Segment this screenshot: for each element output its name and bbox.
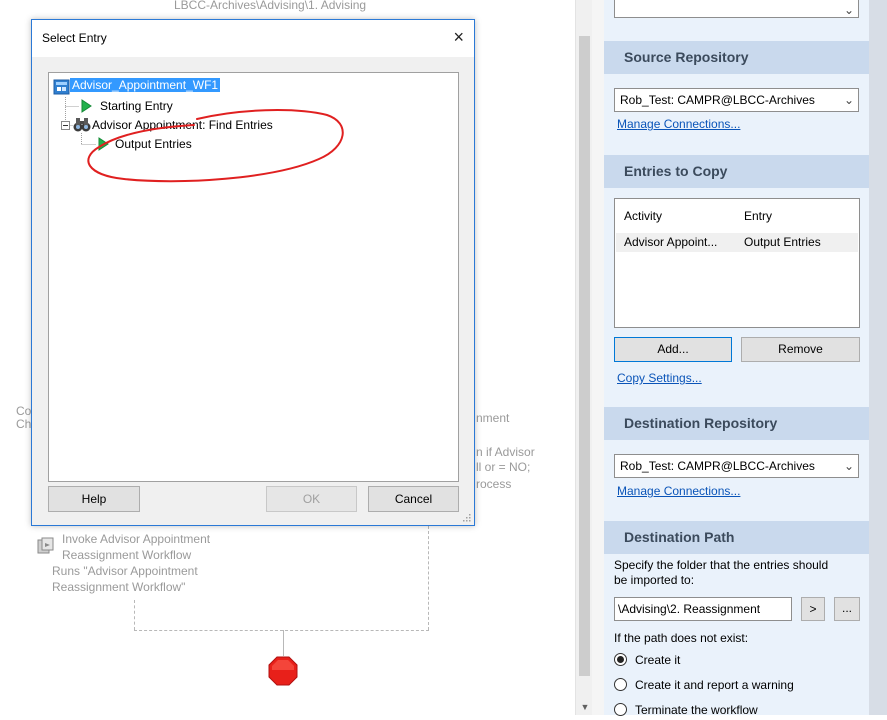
invoke-activity-description: Reassignment Workflow" [52,580,186,594]
top-dropdown[interactable]: ⌄ [614,0,859,18]
canvas-activity-fragment: rocess [476,477,512,491]
connector-line [134,600,135,630]
radio-selected-icon [614,653,627,666]
invoke-activity-title: Reassignment Workflow [62,548,192,562]
radio-create-and-warn[interactable]: Create it and report a warning [614,677,794,695]
radio-unselected-icon [614,703,627,716]
section-header-entries-to-copy: Entries to Copy [604,155,869,188]
table-cell-entry: Output Entries [744,235,821,249]
entry-tree[interactable]: Advisor_Appointment_WF1 Starting Entry A… [48,72,459,482]
insert-token-button[interactable]: > [801,597,825,621]
source-repository-dropdown[interactable]: Rob_Test: CAMPR@LBCC-Archives ⌄ [614,88,859,112]
column-header-activity[interactable]: Activity [624,209,662,223]
scroll-down-arrow-icon[interactable]: ▼ [580,703,590,712]
resize-grip-icon[interactable] [462,513,471,522]
connector-line [134,630,429,631]
canvas-vertical-scrollbar[interactable]: ▼ [575,0,593,715]
chevron-down-icon: ⌄ [843,3,854,17]
source-repository-value: Rob_Test: CAMPR@LBCC-Archives [620,93,815,107]
panel-scrollbar[interactable] [869,0,887,715]
radio-terminate-workflow[interactable]: Terminate the workflow [614,702,758,720]
add-entry-button[interactable]: Add... [614,337,732,362]
chevron-down-icon: ⌄ [843,93,854,107]
canvas-path-label: LBCC-Archives\Advising\1. Advising [174,0,367,12]
connector-line [283,630,284,656]
source-manage-connections-link[interactable]: Manage Connections... [617,117,740,131]
remove-entry-button[interactable]: Remove [741,337,860,362]
section-header-destination-path: Destination Path [604,521,869,554]
destination-path-description: be imported to: [614,573,695,587]
scrollbar-thumb[interactable] [579,36,590,676]
cancel-button[interactable]: Cancel [368,486,459,512]
connector-line [428,526,429,630]
section-header-source-repository: Source Repository [604,41,869,74]
invoke-activity-description: Runs "Advisor Appointment [52,564,198,578]
chevron-down-icon: ⌄ [843,459,854,473]
destination-path-input[interactable]: \Advising\2. Reassignment [614,597,792,621]
canvas-activity-fragment: nment [476,411,510,425]
destination-path-description: Specify the folder that the entries shou… [614,558,829,572]
invoke-workflow-icon [37,537,54,554]
properties-panel: ⌄ Source Repository Rob_Test: CAMPR@LBCC… [604,0,869,717]
canvas-activity-fragment: ll or = NO; [476,460,531,474]
radio-create-it[interactable]: Create it [614,652,680,670]
ok-button[interactable]: OK [266,486,357,512]
radio-label: Create it and report a warning [635,678,794,692]
column-header-entry[interactable]: Entry [744,209,772,223]
destination-repository-dropdown[interactable]: Rob_Test: CAMPR@LBCC-Archives ⌄ [614,454,859,478]
panel-gutter [592,0,604,715]
stop-icon[interactable] [268,656,298,686]
destination-manage-connections-link[interactable]: Manage Connections... [617,484,740,498]
radio-unselected-icon [614,678,627,691]
destination-repository-value: Rob_Test: CAMPR@LBCC-Archives [620,459,815,473]
select-entry-dialog: Select Entry × Advisor_Appointment_WF1 S… [31,19,475,526]
invoke-activity-title: Invoke Advisor Appointment [62,532,211,546]
table-cell-activity: Advisor Appoint... [624,235,718,249]
workflow-icon [53,79,70,95]
browse-path-button[interactable]: ... [834,597,860,621]
canvas-activity-fragment: n if Advisor [476,445,535,459]
dialog-title: Select Entry [42,31,107,45]
canvas-activity-fragment: Ch [16,417,32,431]
red-annotation-circle [87,109,344,183]
help-button[interactable]: Help [48,486,140,512]
copy-settings-link[interactable]: Copy Settings... [617,371,702,385]
close-icon[interactable]: × [453,26,464,48]
section-header-destination-repository: Destination Repository [604,407,869,440]
radio-label: Create it [635,653,681,667]
path-not-exist-label: If the path does not exist: [614,631,749,645]
dialog-titlebar[interactable]: Select Entry × [32,20,474,57]
entries-list[interactable]: Activity Entry Advisor Appoint... Output… [614,198,860,328]
